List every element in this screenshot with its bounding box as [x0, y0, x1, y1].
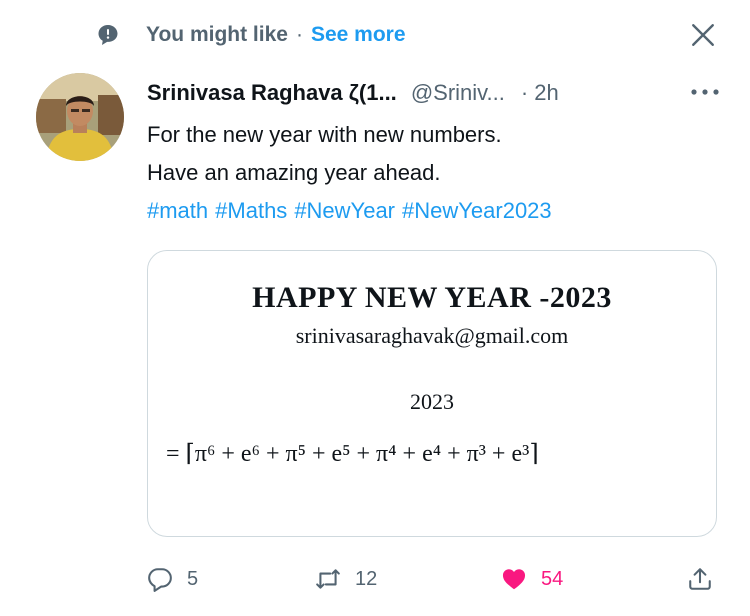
hashtag-link[interactable]: #NewYear2023: [402, 198, 552, 223]
more-options-icon[interactable]: [690, 88, 720, 96]
hashtag-link[interactable]: #Maths: [215, 198, 287, 223]
share-button[interactable]: [687, 562, 713, 596]
reply-button[interactable]: 5: [147, 562, 198, 596]
image-title: HAPPY NEW YEAR -2023: [252, 281, 612, 314]
image-formula: = ⌈π⁶ + e⁶ + π⁵ + e⁵ + π⁴ + e⁴ + π³ + e³…: [166, 441, 539, 467]
see-more-link[interactable]: See more: [311, 23, 406, 47]
recommendation-header: You might like · See more: [96, 18, 730, 52]
close-icon[interactable]: [690, 22, 716, 48]
heart-icon: [502, 569, 526, 590]
speech-bubble-icon: [98, 25, 118, 45]
retweet-count: 12: [355, 567, 378, 590]
tweet-line: For the new year with new numbers.: [147, 122, 502, 147]
hashtag-link[interactable]: #math: [147, 198, 208, 223]
retweet-button[interactable]: 12: [315, 562, 377, 596]
display-name[interactable]: Srinivasa Raghava ζ(1...: [147, 80, 397, 106]
tweet-actions: 5 12 54: [147, 562, 727, 596]
hashtag-row: #math #Maths #NewYear #NewYear2023: [147, 192, 727, 230]
reply-icon: [148, 568, 172, 592]
retweet-icon: [316, 569, 340, 589]
reply-count: 5: [187, 567, 199, 590]
profile-photo: [36, 73, 124, 161]
timestamp[interactable]: 2h: [534, 80, 558, 106]
tweet-line: Have an amazing year ahead.: [147, 160, 441, 185]
avatar[interactable]: [36, 73, 124, 161]
context-separator: ·: [295, 23, 303, 46]
image-year: 2023: [410, 389, 454, 414]
like-button[interactable]: 54: [501, 562, 563, 596]
recommendation-label: You might like: [146, 23, 288, 46]
tweet-header: Srinivasa Raghava ζ(1... @Sriniv... · 2h: [147, 76, 730, 110]
tweet-media-image[interactable]: HAPPY NEW YEAR -2023 srinivasaraghavak@g…: [147, 250, 717, 537]
hashtag-link[interactable]: #NewYear: [294, 198, 395, 223]
tweet-text: For the new year with new numbers. Have …: [147, 116, 727, 230]
image-email: srinivasaraghavak@gmail.com: [295, 323, 569, 348]
like-count: 54: [541, 567, 564, 590]
time-separator: ·: [520, 80, 529, 105]
user-handle[interactable]: @Sriniv...: [411, 80, 505, 106]
share-icon: [689, 568, 711, 590]
